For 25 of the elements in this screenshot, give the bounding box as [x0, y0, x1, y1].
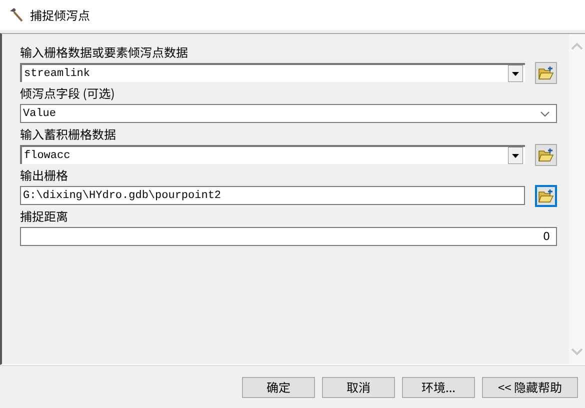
text-field[interactable]: G:\dixing\HYdro.gdb\pourpoint2	[20, 186, 525, 205]
folder-icon	[538, 188, 554, 202]
parameter-label: 输入蓄积栅格数据	[20, 126, 118, 144]
dialog-button[interactable]: << 隐藏帮助	[482, 376, 578, 398]
folder-icon	[538, 148, 554, 162]
dropdown-field[interactable]: Value	[20, 104, 557, 123]
browse-button[interactable]	[535, 184, 557, 206]
dropdown-field[interactable]: streamlink	[20, 63, 525, 82]
dropdown-arrow-icon	[508, 65, 523, 82]
folder-icon	[538, 66, 554, 80]
parameter-label: 输出栅格	[20, 167, 70, 185]
parameter-label: 倾泻点字段 (可选)	[20, 85, 116, 103]
hammer-icon	[8, 7, 24, 23]
chevron-down-icon	[540, 110, 550, 116]
browse-button[interactable]	[535, 62, 557, 84]
number-field[interactable]: 0	[20, 227, 557, 246]
window-title: 捕捉倾泻点	[30, 6, 90, 24]
dialog-button[interactable]: 环境...	[402, 376, 475, 398]
parameter-label: 输入栅格数据或要素倾泻点数据	[20, 44, 190, 62]
dialog-button[interactable]: 取消	[322, 376, 395, 398]
dropdown-field[interactable]: flowacc	[20, 145, 525, 164]
dropdown-arrow-icon	[508, 147, 523, 164]
dialog-button[interactable]: 确定	[242, 376, 315, 398]
browse-button[interactable]	[535, 144, 557, 166]
parameter-label: 捕捉距离	[20, 208, 70, 226]
